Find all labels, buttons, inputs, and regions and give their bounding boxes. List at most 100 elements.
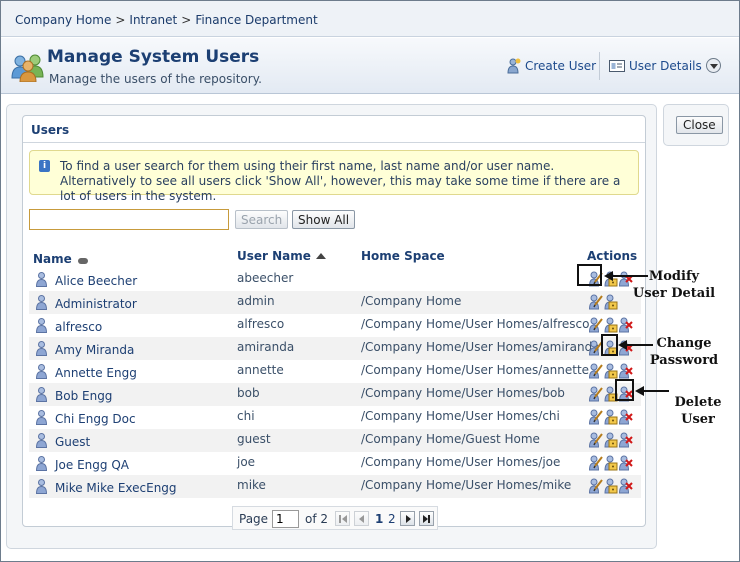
table-row: alfresco alfresco/Company Home/User Homes…: [29, 314, 641, 337]
home-space-cell: /Company Home/User Homes/alfresco: [361, 317, 590, 331]
arrow-line-delete: [643, 390, 669, 392]
last-page-button[interactable]: [419, 511, 434, 526]
modify-user-icon[interactable]: [588, 478, 603, 494]
person-icon: [35, 410, 48, 428]
user-name-link[interactable]: Administrator: [55, 297, 137, 311]
users-panel: Users i To find a user search for them u…: [22, 115, 646, 530]
search-input[interactable]: [29, 209, 229, 230]
users-group-icon: [11, 54, 44, 82]
delete-user-icon[interactable]: [618, 363, 633, 379]
chevron-down-icon[interactable]: [705, 58, 721, 73]
info-icon: i: [39, 160, 50, 172]
modify-user-icon[interactable]: [588, 363, 603, 379]
show-all-button[interactable]: Show All: [292, 210, 356, 229]
delete-user-icon[interactable]: [618, 317, 633, 333]
username-cell: joe: [237, 455, 256, 469]
delete-user-icon[interactable]: [618, 271, 633, 287]
first-page-button[interactable]: [335, 511, 350, 526]
modify-user-icon[interactable]: [588, 294, 603, 310]
username-cell: annette: [237, 363, 284, 377]
pager: Page of 2 1 2: [232, 506, 438, 530]
change-password-icon[interactable]: [604, 317, 618, 333]
row-actions: [588, 432, 633, 448]
column-header-name[interactable]: Name: [33, 252, 88, 266]
breadcrumb-separator: >: [181, 13, 192, 27]
row-actions: [588, 409, 633, 425]
row-actions: [588, 363, 633, 379]
page-link-1[interactable]: 1: [375, 512, 383, 526]
person-icon: [35, 272, 48, 290]
modify-user-icon[interactable]: [588, 455, 603, 471]
person-icon: [35, 456, 48, 474]
change-password-icon[interactable]: [604, 478, 618, 494]
user-name-link[interactable]: Chi Engg Doc: [55, 412, 136, 426]
highlight-delete-user: [615, 379, 634, 401]
column-header-user-name[interactable]: User Name: [237, 249, 326, 263]
change-password-icon[interactable]: [604, 363, 618, 379]
delete-user-icon[interactable]: [618, 432, 633, 448]
user-name-link[interactable]: Bob Engg: [55, 389, 112, 403]
user-name-link[interactable]: Annette Engg: [55, 366, 137, 380]
breadcrumb-finance-department[interactable]: Finance Department: [195, 13, 317, 27]
home-space-cell: /Company Home/User Homes/amiranda: [361, 340, 600, 354]
page-title: Manage System Users: [47, 47, 260, 67]
user-name-link[interactable]: Guest: [55, 435, 90, 449]
panel-title: Users: [31, 123, 70, 137]
home-space-cell: /Company Home/Guest Home: [361, 432, 540, 446]
pager-of-label: of 2: [305, 512, 329, 526]
info-message: i To find a user search for them using t…: [29, 150, 639, 203]
delete-user-icon[interactable]: [618, 455, 633, 471]
table-header: Name User Name Home Space Actions: [29, 246, 641, 268]
user-name-link[interactable]: Alice Beecher: [55, 274, 137, 288]
user-name-link[interactable]: Joe Engg QA: [55, 458, 129, 472]
change-password-icon[interactable]: [604, 294, 618, 310]
create-user-button[interactable]: Create User: [507, 58, 596, 74]
page-subtitle: Manage the users of the repository.: [49, 72, 262, 86]
arrow-head-modify: [604, 271, 613, 281]
column-header-home-space[interactable]: Home Space: [361, 249, 445, 263]
column-header-actions: Actions: [587, 249, 638, 263]
user-name-link[interactable]: alfresco: [55, 320, 102, 334]
next-page-button[interactable]: [400, 511, 415, 526]
previous-page-button[interactable]: [354, 511, 369, 526]
table-row: Alice Beecher abeecher: [29, 268, 641, 291]
user-name-link[interactable]: Mike Mike ExecEngg: [55, 481, 177, 495]
change-password-icon[interactable]: [604, 409, 618, 425]
modify-user-icon[interactable]: [588, 386, 603, 402]
change-password-icon[interactable]: [604, 432, 618, 448]
table-row: Mike Mike ExecEngg mike/Company Home/User…: [29, 475, 641, 498]
modify-user-icon[interactable]: [588, 432, 603, 448]
user-details-button[interactable]: User Details: [609, 58, 721, 73]
page-link-2[interactable]: 2: [388, 512, 396, 526]
main-panel: Users i To find a user search for them u…: [6, 104, 657, 549]
arrow-head-delete: [635, 386, 644, 396]
callout-modify-user-detail: Modify User Detail: [632, 269, 716, 301]
close-panel: Close: [663, 104, 729, 146]
close-button[interactable]: Close: [676, 116, 723, 134]
home-space-cell: /Company Home/User Homes/joe: [361, 455, 561, 469]
home-space-cell: /Company Home: [361, 294, 462, 308]
breadcrumb-intranet[interactable]: Intranet: [129, 13, 177, 27]
user-name-link[interactable]: Amy Miranda: [55, 343, 134, 357]
row-actions: [588, 317, 633, 333]
table-row: Joe Engg QA joe/Company Home/User Homes/j…: [29, 452, 641, 475]
delete-user-icon[interactable]: [618, 478, 633, 494]
modify-user-icon[interactable]: [588, 409, 603, 425]
page-number-input[interactable]: [272, 510, 299, 528]
table-row: Bob Engg bob/Company Home/User Homes/bob: [29, 383, 641, 406]
breadcrumb-company-home[interactable]: Company Home: [15, 13, 111, 27]
delete-user-icon[interactable]: [618, 409, 633, 425]
search-button[interactable]: Search: [235, 210, 289, 229]
add-user-icon: [507, 58, 521, 74]
pager-page-label: Page: [239, 512, 269, 526]
change-password-icon[interactable]: [604, 455, 618, 471]
sort-ascending-icon: [315, 253, 326, 259]
panel-divider: [23, 142, 645, 143]
row-actions: [588, 455, 633, 471]
home-space-cell: /Company Home/User Homes/chi: [361, 409, 560, 423]
modify-user-icon[interactable]: [588, 317, 603, 333]
user-details-label: User Details: [629, 58, 702, 73]
callout-delete-user: Delete User: [674, 395, 722, 427]
username-cell: admin: [237, 294, 275, 308]
table-row: Guest guest/Company Home/Guest Home: [29, 429, 641, 452]
